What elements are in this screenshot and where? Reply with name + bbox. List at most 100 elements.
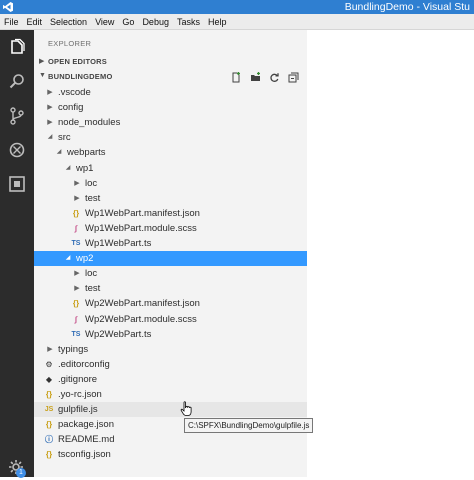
open-editors-header[interactable]: ▶ OPEN EDITORS	[34, 55, 307, 69]
chevron-right-icon[interactable]: ▶	[46, 115, 54, 130]
vscode-logo-icon	[2, 1, 14, 13]
json-file-icon: {}	[45, 390, 53, 399]
window-title: BundlingDemo - Visual Stu	[344, 1, 470, 13]
new-folder-icon[interactable]	[246, 70, 265, 84]
tree-item-label: package.json	[58, 419, 114, 431]
chevron-right-icon[interactable]: ▶	[73, 281, 81, 296]
file-path-tooltip: C:\SPFX\BundlingDemo\gulpfile.js	[184, 418, 314, 433]
chevron-down-icon[interactable]: ◢	[64, 161, 72, 176]
tree-item-label: tsconfig.json	[58, 449, 111, 461]
folder-vscode[interactable]: ▶ .vscode	[34, 85, 307, 100]
tree-item-label: gulpfile.js	[58, 404, 98, 416]
tree-item-label: .editorconfig	[58, 358, 110, 370]
chevron-right-icon[interactable]: ▶	[73, 266, 81, 281]
folder-test[interactable]: ▶ test	[34, 191, 307, 206]
file-readme-md[interactable]: ⓘ README.md	[34, 432, 307, 447]
folder-loc[interactable]: ▶ loc	[34, 266, 307, 281]
folder-src[interactable]: ◢ src	[34, 130, 307, 145]
file-gitignore[interactable]: ◆ .gitignore	[34, 372, 307, 387]
folder-config[interactable]: ▶ config	[34, 100, 307, 115]
collapse-all-icon[interactable]	[284, 70, 303, 84]
folder-webparts[interactable]: ◢ webparts	[34, 145, 307, 160]
tree-item-label: test	[85, 283, 101, 295]
folder-test[interactable]: ▶ test	[34, 281, 307, 296]
ts-file-icon: TS	[71, 240, 81, 247]
file-yo-rc-json[interactable]: {} .yo-rc.json	[34, 387, 307, 402]
md-file-icon: ⓘ	[45, 435, 53, 445]
chevron-down-icon[interactable]: ◢	[55, 145, 63, 160]
chevron-right-icon[interactable]: ▶	[46, 342, 54, 357]
file-editorconfig[interactable]: ⚙ .editorconfig	[34, 357, 307, 372]
tree-item-label: src	[58, 132, 71, 144]
git-file-icon: ◆	[45, 374, 53, 384]
extensions-icon[interactable]	[7, 174, 27, 194]
menu-edit[interactable]: Edit	[23, 17, 47, 27]
project-header[interactable]: ▼ BUNDLINGDEMO	[34, 70, 307, 84]
explorer-sidebar: EXPLORER ▶ OPEN EDITORS ▼ BUNDLINGDEMO ▶…	[34, 30, 307, 477]
source-control-icon[interactable]	[7, 106, 27, 126]
menu-bar: File Edit Selection View Go Debug Tasks Help	[0, 14, 474, 30]
refresh-icon[interactable]	[265, 70, 284, 84]
chevron-down-icon[interactable]: ◢	[64, 251, 72, 266]
new-file-icon[interactable]	[227, 70, 246, 84]
js-file-icon: JS	[44, 406, 54, 414]
scss-file-icon: ∫	[74, 223, 78, 233]
menu-debug[interactable]: Debug	[138, 17, 173, 27]
ts-file-icon: TS	[71, 330, 81, 338]
tree-item-label: Wp1WebPart.module.scss	[85, 222, 197, 234]
menu-view[interactable]: View	[91, 17, 118, 27]
menu-go[interactable]: Go	[118, 17, 138, 27]
file-wp2webpart-module-scss[interactable]: ∫ Wp2WebPart.module.scss	[34, 312, 307, 327]
tree-item-label: test	[85, 192, 101, 204]
tree-item-label: wp2	[76, 253, 94, 265]
activity-bar: 1	[0, 30, 34, 478]
file-wp1webpart-ts[interactable]: TS Wp1WebPart.ts	[34, 236, 307, 251]
file-wp1webpart-module-scss[interactable]: ∫ Wp1WebPart.module.scss	[34, 221, 307, 236]
chevron-right-icon[interactable]: ▶	[46, 100, 54, 115]
tree-item-label: Wp1WebPart.manifest.json	[85, 207, 200, 219]
json-file-icon: {}	[72, 208, 80, 218]
tree-item-label: .vscode	[58, 87, 91, 98]
chevron-right-icon[interactable]: ▶	[73, 191, 81, 206]
file-wp2webpart-ts[interactable]: TS Wp2WebPart.ts	[34, 327, 307, 342]
chevron-right-icon[interactable]: ▶	[46, 85, 54, 100]
file-tsconfig-json[interactable]: {} tsconfig.json	[34, 447, 307, 462]
folder-wp2[interactable]: ◢ wp2	[34, 251, 307, 267]
search-icon[interactable]	[7, 72, 27, 92]
json-file-icon: {}	[45, 420, 53, 430]
file-gulpfile-js[interactable]: JS gulpfile.js	[34, 402, 307, 418]
tree-item-label: Wp2WebPart.manifest.json	[85, 298, 200, 310]
project-name: BUNDLINGDEMO	[48, 72, 113, 81]
tree-item-label: .gitignore	[58, 373, 98, 385]
menu-file[interactable]: File	[0, 17, 23, 27]
tree-item-label: loc	[85, 177, 98, 189]
scss-file-icon: ∫	[74, 314, 78, 324]
tree-item-label: README.md	[58, 434, 115, 446]
json-file-icon: {}	[72, 299, 80, 309]
folder-typings[interactable]: ▶ typings	[34, 342, 307, 357]
tree-item-label: webparts	[67, 147, 106, 159]
tree-item-label: Wp1WebPart.ts	[85, 238, 152, 249]
tree-item-label: .yo-rc.json	[58, 389, 102, 400]
chevron-down-icon: ▼	[39, 72, 47, 79]
title-bar: BundlingDemo - Visual Stu	[0, 0, 474, 14]
menu-selection[interactable]: Selection	[46, 17, 91, 27]
tree-item-label: wp1	[76, 162, 94, 174]
tree-item-label: loc	[85, 268, 98, 280]
chevron-down-icon[interactable]: ◢	[46, 130, 54, 145]
file-wp1webpart-manifest-json[interactable]: {} Wp1WebPart.manifest.json	[34, 206, 307, 221]
chevron-right-icon[interactable]: ▶	[73, 176, 81, 191]
folder-wp1[interactable]: ◢ wp1	[34, 161, 307, 176]
folder-loc[interactable]: ▶ loc	[34, 176, 307, 191]
debug-icon[interactable]	[7, 140, 27, 160]
explorer-icon[interactable]	[7, 38, 27, 58]
tree-item-label: node_modules	[58, 117, 121, 129]
tree-item-label: config	[58, 102, 84, 114]
file-wp2webpart-manifest-json[interactable]: {} Wp2WebPart.manifest.json	[34, 296, 307, 311]
menu-help[interactable]: Help	[204, 17, 231, 27]
folder-node-modules[interactable]: ▶ node_modules	[34, 115, 307, 130]
chevron-right-icon: ▶	[39, 58, 45, 65]
tree-item-label: Wp2WebPart.ts	[85, 328, 152, 340]
menu-tasks[interactable]: Tasks	[173, 17, 204, 27]
tree-item-label: typings	[58, 343, 89, 355]
